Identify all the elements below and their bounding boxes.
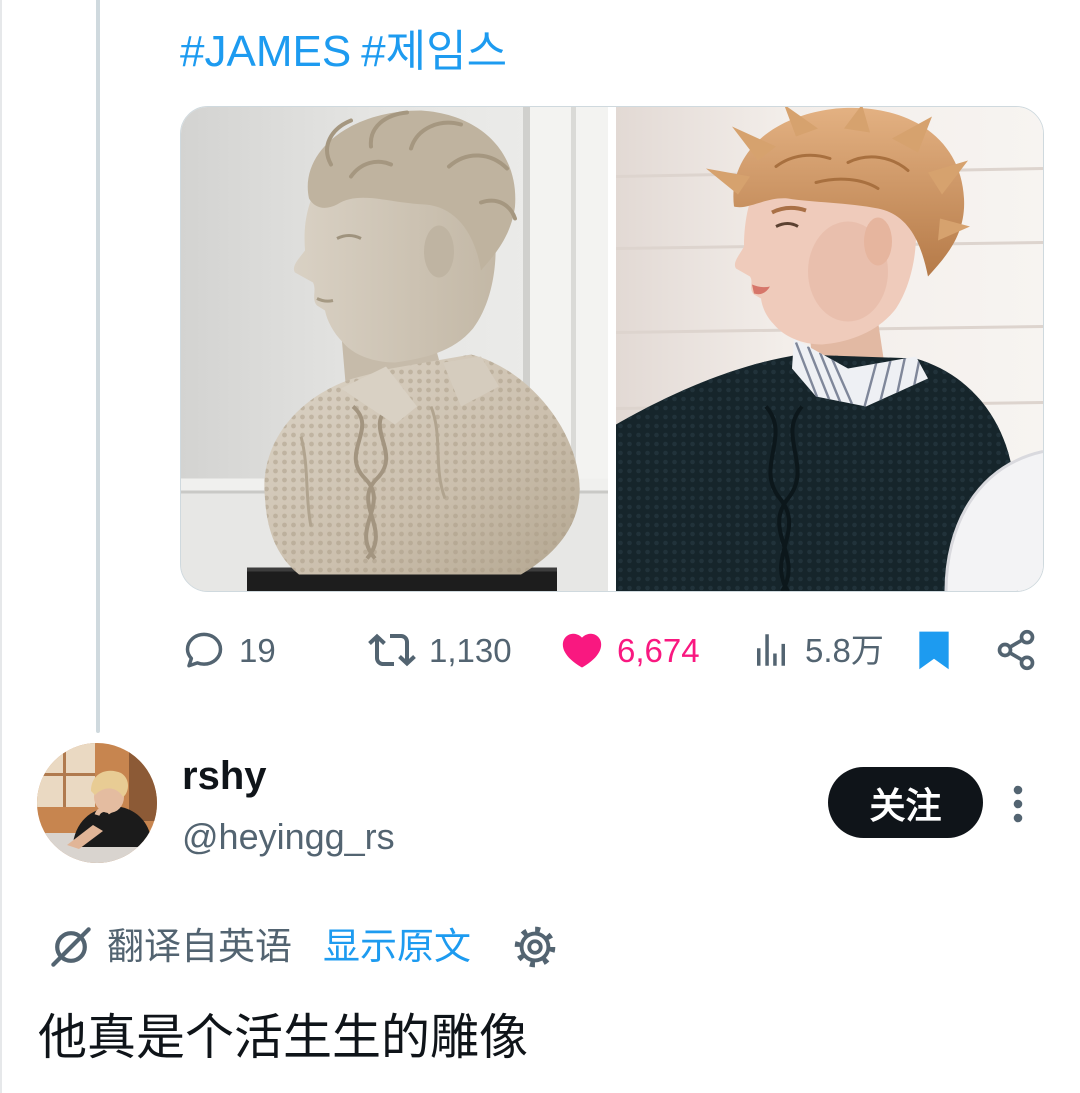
like-button[interactable]: 6,674 xyxy=(559,625,700,675)
avatar[interactable] xyxy=(37,743,157,863)
heart-icon xyxy=(559,627,605,673)
follow-button[interactable]: 关注 xyxy=(828,767,983,838)
tweet-hashtags: #JAMES #제임스 xyxy=(180,30,507,74)
show-original-link[interactable]: 显示原文 xyxy=(323,925,471,969)
share-button[interactable] xyxy=(994,625,1038,675)
reply-count: 19 xyxy=(239,631,276,669)
bookmark-button[interactable] xyxy=(912,625,956,675)
left-edge-divider xyxy=(0,0,2,1093)
hashtag-link-korean[interactable]: #제임스 xyxy=(361,27,507,76)
share-icon xyxy=(994,628,1038,672)
retweet-icon xyxy=(368,626,416,674)
bookmark-icon xyxy=(912,627,956,673)
tweet-text: 他真是个活生生的雕像 xyxy=(38,1011,529,1065)
media-image-2[interactable] xyxy=(616,107,1043,591)
hashtag-link-james[interactable]: #JAMES xyxy=(180,27,351,76)
translated-from-label: 翻译自英语 xyxy=(107,926,292,967)
retweet-button[interactable]: 1,130 xyxy=(368,625,512,675)
gear-icon[interactable] xyxy=(512,924,558,970)
media-image-1[interactable] xyxy=(181,107,608,591)
author-handle[interactable]: @heyingg_rs xyxy=(182,815,395,859)
avatar-photo xyxy=(37,743,157,863)
media-grid xyxy=(180,106,1044,592)
tweet-thread-view: #JAMES #제임스 19 1,130 6,674 5.8万 rshy @he… xyxy=(0,0,1080,1093)
views-count: 5.8万 xyxy=(805,631,884,669)
more-vertical-icon[interactable] xyxy=(1008,782,1028,826)
portrait-photo xyxy=(616,107,1043,591)
author-display-name[interactable]: rshy xyxy=(182,752,267,800)
reply-icon xyxy=(182,628,226,672)
views-icon xyxy=(750,629,792,671)
translate-icon xyxy=(48,924,94,970)
reply-button[interactable]: 19 xyxy=(182,625,276,675)
thread-connector-line xyxy=(96,0,100,733)
bust-photo xyxy=(181,107,608,591)
views-button[interactable]: 5.8万 xyxy=(750,625,884,675)
like-count: 6,674 xyxy=(617,631,700,669)
retweet-count: 1,130 xyxy=(429,631,512,669)
